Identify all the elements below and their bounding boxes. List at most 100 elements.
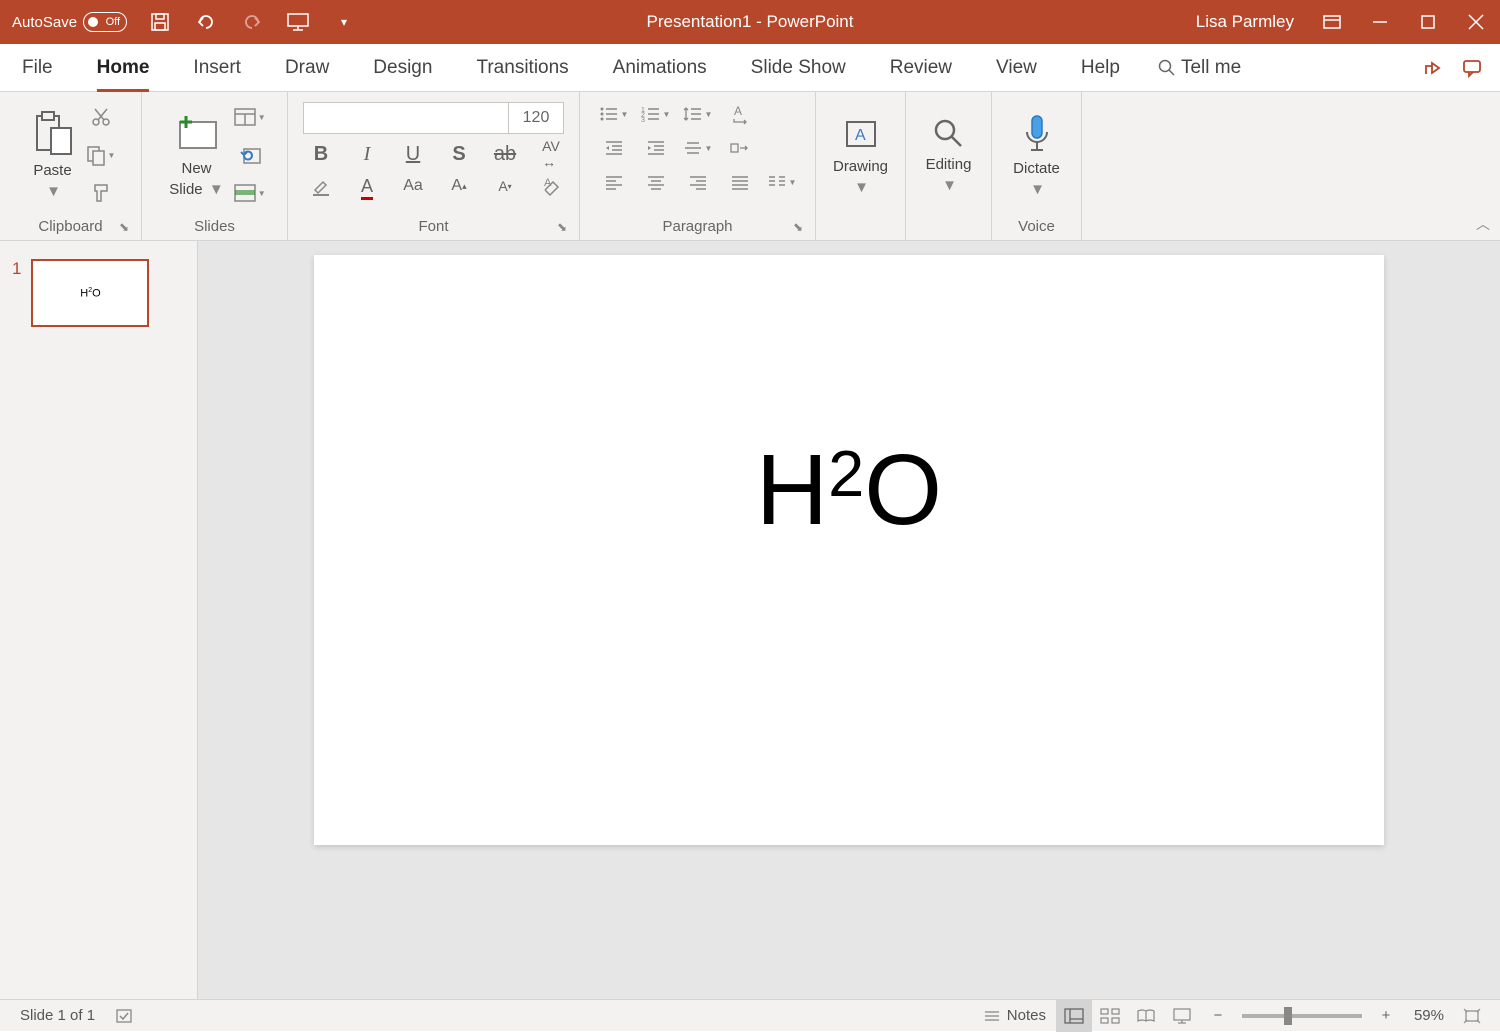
tab-file[interactable]: File xyxy=(0,44,75,92)
shadow-button[interactable]: S xyxy=(447,142,471,166)
slideshow-icon xyxy=(1172,1008,1192,1024)
copy-button[interactable]: ▼ xyxy=(83,140,119,170)
zoom-level[interactable]: 59% xyxy=(1404,1000,1454,1032)
tab-transitions[interactable]: Transitions xyxy=(454,44,590,92)
copy-icon xyxy=(86,145,106,165)
change-case-button[interactable]: Aa xyxy=(401,174,425,198)
bullets-icon xyxy=(599,105,619,123)
tab-design[interactable]: Design xyxy=(351,44,454,92)
launcher-icon[interactable]: ⬊ xyxy=(793,220,803,234)
dictate-button[interactable]: Dictate ▼ xyxy=(1005,108,1068,202)
user-name[interactable]: Lisa Parmley xyxy=(1196,12,1294,32)
redo-icon[interactable] xyxy=(241,11,263,33)
autosave-toggle[interactable]: AutoSave Off xyxy=(12,12,127,32)
font-name-input[interactable] xyxy=(304,103,509,133)
comments-icon[interactable] xyxy=(1458,54,1486,82)
editing-button[interactable]: Editing ▼ xyxy=(918,112,980,198)
shrink-font-button[interactable]: A▾ xyxy=(493,174,517,198)
slide-counter[interactable]: Slide 1 of 1 xyxy=(10,1000,105,1032)
paste-button[interactable]: Paste ▼ xyxy=(23,106,83,204)
tell-me-search[interactable]: Tell me xyxy=(1142,57,1257,79)
close-icon[interactable] xyxy=(1452,0,1500,44)
text-direction-button[interactable]: A xyxy=(728,102,752,126)
font-selector[interactable]: 120 xyxy=(303,102,564,134)
underline-button[interactable]: U xyxy=(401,142,425,166)
launcher-icon[interactable]: ⬊ xyxy=(557,220,567,234)
fit-icon xyxy=(1463,1008,1481,1024)
align-right-button[interactable] xyxy=(686,170,710,194)
bullets-button[interactable]: ▼ xyxy=(602,102,626,126)
normal-view-button[interactable] xyxy=(1056,1000,1092,1032)
reset-button[interactable] xyxy=(232,140,268,170)
normal-view-icon xyxy=(1064,1008,1084,1024)
tab-animations[interactable]: Animations xyxy=(591,44,729,92)
undo-icon[interactable] xyxy=(195,11,217,33)
italic-button[interactable]: I xyxy=(355,142,379,166)
tab-home[interactable]: Home xyxy=(75,44,172,92)
tab-review[interactable]: Review xyxy=(868,44,974,92)
tab-slideshow[interactable]: Slide Show xyxy=(729,44,868,92)
tab-insert[interactable]: Insert xyxy=(171,44,263,92)
tab-view[interactable]: View xyxy=(974,44,1059,92)
search-icon xyxy=(1158,59,1175,76)
slide-canvas-area[interactable]: H2O xyxy=(198,241,1500,999)
fit-window-button[interactable] xyxy=(1454,1000,1490,1032)
zoom-slider[interactable] xyxy=(1242,1014,1362,1018)
font-color-button[interactable]: A xyxy=(355,174,379,198)
font-size-input[interactable]: 120 xyxy=(509,103,563,133)
align-center-button[interactable] xyxy=(644,170,668,194)
columns-button[interactable]: ▼ xyxy=(770,170,794,194)
reading-view-button[interactable] xyxy=(1128,1000,1164,1032)
minimize-icon[interactable] xyxy=(1356,0,1404,44)
zoom-in-button[interactable]: + xyxy=(1368,1000,1404,1032)
justify-button[interactable] xyxy=(728,170,752,194)
sorter-view-button[interactable] xyxy=(1092,1000,1128,1032)
decrease-indent-button[interactable] xyxy=(602,136,626,160)
zoom-out-button[interactable]: − xyxy=(1200,1000,1236,1032)
line-spacing-button[interactable]: ▼ xyxy=(686,102,710,126)
highlight-icon xyxy=(311,176,331,196)
group-voice: Dictate ▼ Voice xyxy=(992,92,1082,240)
ribbon-display-icon[interactable] xyxy=(1308,0,1356,44)
share-icon[interactable] xyxy=(1418,54,1446,82)
format-painter-button[interactable] xyxy=(83,178,119,208)
slide-text[interactable]: H2O xyxy=(756,433,942,548)
align-left-button[interactable] xyxy=(602,170,626,194)
bold-button[interactable]: B xyxy=(309,142,333,166)
save-icon[interactable] xyxy=(149,11,171,33)
zoom-handle[interactable] xyxy=(1284,1007,1292,1025)
notes-button[interactable]: Notes xyxy=(973,1000,1056,1032)
slide[interactable]: H2O xyxy=(314,255,1384,845)
autosave-switch[interactable]: Off xyxy=(83,12,127,32)
section-button[interactable]: ▼ xyxy=(232,178,268,208)
char-spacing-button[interactable]: AV↔ xyxy=(539,142,563,166)
ribbon-tabs: File Home Insert Draw Design Transitions… xyxy=(0,44,1500,92)
clear-format-button[interactable]: A xyxy=(539,174,563,198)
new-slide-button[interactable]: New Slide ▼ xyxy=(161,108,231,202)
spell-check-icon[interactable] xyxy=(105,1000,143,1032)
microphone-icon xyxy=(1022,112,1052,156)
collapse-ribbon-icon[interactable]: ︿ xyxy=(1476,214,1490,234)
launcher-icon[interactable]: ⬊ xyxy=(119,220,129,234)
present-icon[interactable] xyxy=(287,11,309,33)
grow-font-button[interactable]: A▴ xyxy=(447,174,471,198)
columns-icon xyxy=(767,174,787,190)
maximize-icon[interactable] xyxy=(1404,0,1452,44)
highlight-button[interactable] xyxy=(309,174,333,198)
title-bar: AutoSave Off ▾ Presentation1 - PowerPoin… xyxy=(0,0,1500,44)
slideshow-view-button[interactable] xyxy=(1164,1000,1200,1032)
strikethrough-button[interactable]: ab xyxy=(493,142,517,166)
convert-smartart-button[interactable] xyxy=(728,136,752,160)
cut-button[interactable] xyxy=(83,102,119,132)
slide-thumbnail-1[interactable]: H2O xyxy=(31,259,149,327)
qat-customize-icon[interactable]: ▾ xyxy=(333,11,355,33)
tab-draw[interactable]: Draw xyxy=(263,44,351,92)
align-text-button[interactable]: ▼ xyxy=(686,136,710,160)
svg-text:A: A xyxy=(855,127,866,144)
increase-indent-button[interactable] xyxy=(644,136,668,160)
window-controls xyxy=(1308,0,1500,44)
drawing-button[interactable]: A Drawing ▼ xyxy=(825,110,896,200)
layout-button[interactable]: ▼ xyxy=(232,102,268,132)
numbering-button[interactable]: 123▼ xyxy=(644,102,668,126)
tab-help[interactable]: Help xyxy=(1059,44,1142,92)
